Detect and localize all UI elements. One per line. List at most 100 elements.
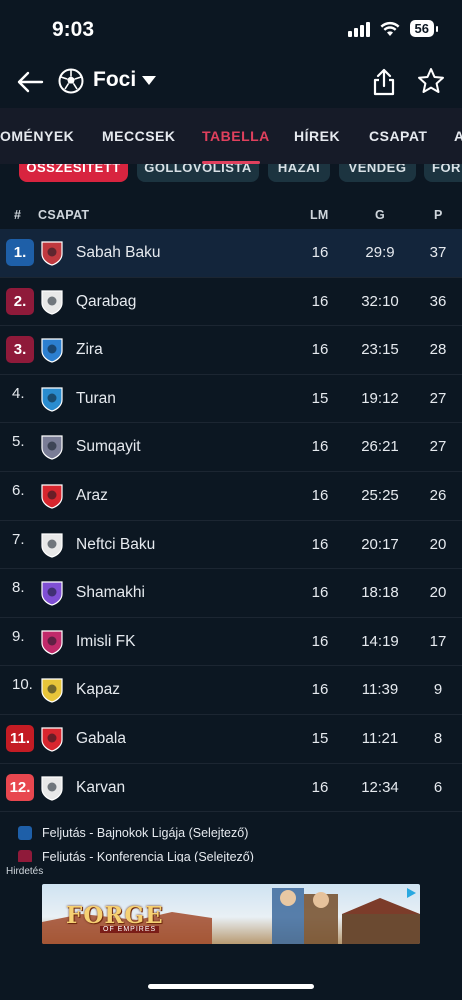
team-name: Sabah Baku xyxy=(76,244,161,261)
rank-position: 4. xyxy=(12,384,25,402)
points: 8 xyxy=(433,729,443,747)
team-name: Gabala xyxy=(76,729,126,747)
team-logo-icon xyxy=(41,581,63,606)
tab-hirek[interactable]: HÍREK xyxy=(294,128,340,144)
status-bar: 9:03 56 xyxy=(0,0,462,56)
table-row[interactable]: 6. Araz 16 25:25 26 xyxy=(0,472,462,521)
tab-csapat[interactable]: CSAPAT xyxy=(369,128,427,144)
table-row[interactable]: 12. Karvan 16 12:34 6 xyxy=(0,764,462,813)
table-row[interactable]: 10. Kapaz 16 11:39 9 xyxy=(0,666,462,715)
header-goals: G xyxy=(375,208,386,222)
table-row[interactable]: 2. Qarabag 16 32:10 36 xyxy=(0,278,462,327)
chip-osszesitett[interactable]: ÖSSZESÍTETT xyxy=(19,164,128,182)
chip-hazai[interactable]: HAZAI xyxy=(268,164,330,182)
sport-title[interactable]: Foci xyxy=(93,68,136,92)
chevron-down-icon[interactable] xyxy=(142,76,156,85)
table-row[interactable]: 3. Zira 16 23:15 28 xyxy=(0,326,462,375)
header-rank: # xyxy=(14,208,22,222)
matches-played: 16 xyxy=(311,584,329,602)
ad-choices-icon[interactable] xyxy=(404,886,418,900)
favorite-star-icon[interactable] xyxy=(416,66,446,96)
share-icon[interactable] xyxy=(368,66,400,98)
ad-title: FORGE xyxy=(66,902,164,929)
standings-table: 1. Sabah Baku 16 29:9 37 2. Qarabag 16 32:10 36 3.… xyxy=(0,229,462,813)
matches-played: 16 xyxy=(311,244,329,261)
rank-position: 11. xyxy=(6,724,34,752)
header-points: P xyxy=(434,208,443,222)
goals-ratio: 32:10 xyxy=(361,292,399,310)
legend-item-cl: Feljutás - Bajnokok Ligája (Selejtező) xyxy=(18,826,248,840)
table-row[interactable]: 7. Neftci Baku 16 20:17 20 xyxy=(0,521,462,570)
points: 9 xyxy=(433,681,443,699)
matches-played: 16 xyxy=(311,341,329,359)
team-name: Imisli FK xyxy=(76,632,136,650)
matches-played: 16 xyxy=(311,681,329,699)
points: 37 xyxy=(429,244,447,261)
goals-ratio: 11:21 xyxy=(361,729,399,747)
header-played: LM xyxy=(310,208,329,222)
tab-meccsek[interactable]: MECCSEK xyxy=(102,128,176,144)
app-header: Foci xyxy=(0,56,462,108)
ad-label: Hirdetés xyxy=(6,866,44,877)
goals-ratio: 23:15 xyxy=(361,341,399,359)
points: 26 xyxy=(429,486,447,504)
rank-position: 10. xyxy=(12,676,33,694)
goals-ratio: 12:34 xyxy=(361,778,399,796)
goals-ratio: 14:19 xyxy=(361,632,399,650)
table-row[interactable]: 11. Gabala 15 11:21 8 xyxy=(0,715,462,764)
status-time: 9:03 xyxy=(52,18,95,41)
rank-position: 9. xyxy=(12,627,25,645)
rank-position: 2. xyxy=(6,287,34,315)
back-arrow-icon[interactable] xyxy=(14,66,46,98)
matches-played: 15 xyxy=(311,729,329,747)
filter-chips: ÖSSZESÍTETT GÓLLÖVŐLISTA HAZAI VENDÉG FO… xyxy=(0,164,462,198)
goals-ratio: 29:9 xyxy=(365,244,395,261)
legend-label: Feljutás - Bajnokok Ligája (Selejtező) xyxy=(42,826,249,840)
chip-vendeg[interactable]: VENDÉG xyxy=(339,164,416,182)
team-logo-icon xyxy=(41,484,63,509)
table-row[interactable]: 9. Imisli FK 16 14:19 17 xyxy=(0,618,462,667)
matches-played: 16 xyxy=(311,535,329,553)
rank-position: 1. xyxy=(6,239,34,266)
tab-next[interactable]: A xyxy=(454,128,462,144)
team-logo-icon xyxy=(41,532,63,558)
team-name: Araz xyxy=(76,486,108,504)
table-row[interactable]: 5. Sumqayit 16 26:21 27 xyxy=(0,423,462,472)
home-indicator xyxy=(148,984,314,989)
team-logo-icon xyxy=(41,289,63,315)
soccer-ball-icon xyxy=(58,68,84,94)
matches-played: 16 xyxy=(311,778,329,796)
points: 6 xyxy=(433,778,443,796)
rank-position: 5. xyxy=(12,433,25,451)
ad-banner[interactable]: FORGE OF EMPIRES xyxy=(42,884,420,944)
matches-played: 15 xyxy=(311,389,329,407)
points: 36 xyxy=(429,292,447,310)
points: 20 xyxy=(429,535,447,553)
team-name: Neftci Baku xyxy=(76,535,156,553)
cellular-signal-icon xyxy=(347,21,370,37)
section-tabs: OMÉNYEK MECCSEK TABELLA HÍREK CSAPAT A xyxy=(0,108,462,164)
team-name: Qarabag xyxy=(76,292,137,310)
matches-played: 16 xyxy=(311,292,329,310)
table-row[interactable]: 4. Turan 15 19:12 27 xyxy=(0,375,462,424)
table-row[interactable]: 8. Shamakhi 16 18:18 20 xyxy=(0,569,462,618)
team-logo-icon xyxy=(41,338,63,363)
tab-tabella[interactable]: TABELLA xyxy=(202,128,270,144)
tab-esemenyek[interactable]: OMÉNYEK xyxy=(0,128,74,144)
team-name: Shamakhi xyxy=(76,584,145,602)
points: 20 xyxy=(429,584,447,602)
team-name: Kapaz xyxy=(76,681,120,699)
chip-forma[interactable]: FOR xyxy=(424,164,462,182)
matches-played: 16 xyxy=(311,486,329,504)
table-row[interactable]: 1. Sabah Baku 16 29:9 37 xyxy=(0,229,462,278)
team-logo-icon xyxy=(41,435,63,460)
matches-played: 16 xyxy=(311,438,329,456)
team-name: Zira xyxy=(76,341,103,359)
table-header: # CSAPAT LM G P xyxy=(0,202,462,228)
chip-gollovolista[interactable]: GÓLLÖVŐLISTA xyxy=(137,164,259,182)
rank-position: 3. xyxy=(6,336,34,364)
points: 28 xyxy=(429,341,447,359)
ad-subtitle: OF EMPIRES xyxy=(100,926,160,933)
rank-position: 7. xyxy=(12,530,25,548)
team-logo-icon xyxy=(41,241,63,266)
